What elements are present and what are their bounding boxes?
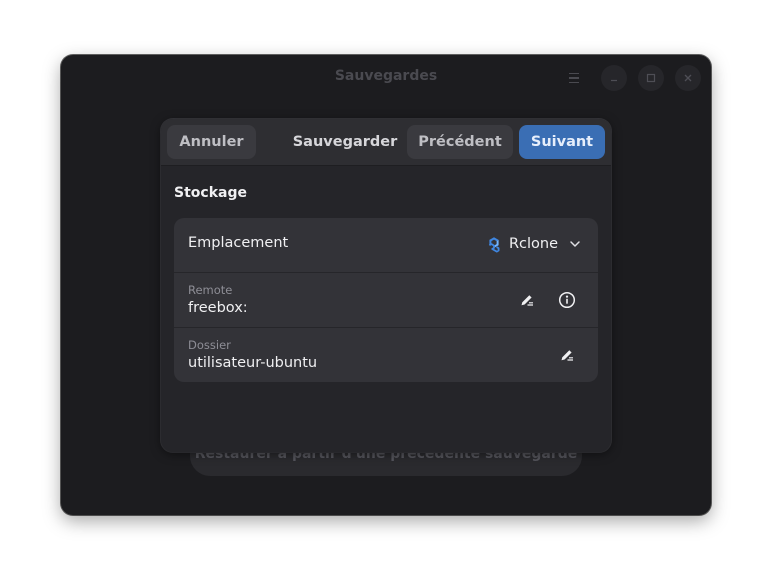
folder-label: Dossier [188,338,231,352]
remote-value: freebox: [188,300,248,316]
previous-button[interactable]: Précédent [407,125,513,159]
close-icon [684,74,692,82]
minimize-icon [611,79,617,82]
menu-icon[interactable] [565,69,583,87]
maximize-button[interactable] [638,65,664,91]
location-dropdown[interactable]: Rclone [485,235,582,253]
chevron-down-icon [570,241,580,247]
folder-row: Dossier utilisateur-ubuntu [174,327,598,382]
remote-label: Remote [188,283,233,297]
dialog-title: Sauvegarder [292,134,398,150]
dialog-header: Annuler Sauvegarder Précédent Suivant [161,119,611,166]
cancel-button[interactable]: Annuler [167,125,256,159]
storage-section-title: Stockage [174,185,247,201]
storage-list: Emplacement Rclone Remote freebox: Dossi… [174,218,598,382]
location-row[interactable]: Emplacement Rclone [174,218,598,272]
folder-value: utilisateur-ubuntu [188,355,318,371]
next-button[interactable]: Suivant [519,125,605,159]
backup-dialog: Annuler Sauvegarder Précédent Suivant St… [161,119,611,452]
edit-folder-button[interactable] [554,342,580,368]
location-label: Emplacement [188,235,289,251]
desktop: Sauvegardes Restaurer à partir d'une pré… [0,0,772,582]
location-value: Rclone [508,236,558,252]
minimize-button[interactable] [601,65,627,91]
edit-remote-button[interactable] [514,287,540,313]
edit-icon [561,350,573,361]
remote-info-button[interactable] [554,287,580,313]
maximize-icon [646,73,656,83]
rclone-icon [488,237,500,253]
remote-row: Remote freebox: [174,272,598,328]
info-icon [558,291,576,309]
edit-icon [521,295,533,306]
close-button[interactable] [675,65,701,91]
